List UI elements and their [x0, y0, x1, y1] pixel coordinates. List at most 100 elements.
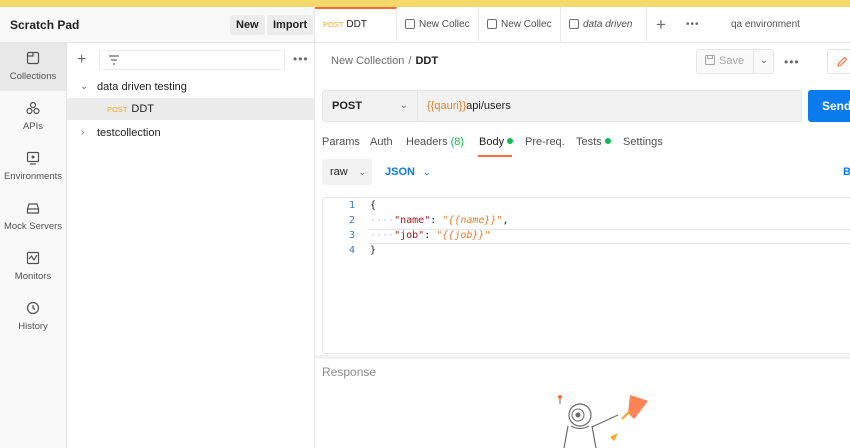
collection-icon	[405, 19, 415, 30]
chevron-down-icon: ⌄	[358, 167, 366, 177]
tree-item-label: data driven testing	[97, 81, 187, 93]
filter-icon	[109, 55, 119, 65]
filter-input[interactable]	[99, 50, 285, 70]
request-more-icon[interactable]: •••	[784, 55, 800, 69]
tab-auth[interactable]: Auth	[370, 136, 393, 148]
chevron-down-icon: ⌄	[80, 81, 89, 92]
status-dot	[604, 138, 611, 144]
tree-request-ddt[interactable]: POST DDT	[67, 98, 315, 120]
tab-label: New Collec	[419, 19, 470, 30]
tab-label: data driven	[583, 19, 633, 30]
breadcrumb-request[interactable]: DDT	[415, 55, 438, 67]
request-tabs-bar: POST DDT New Collec New Collec data drive…	[315, 7, 850, 43]
json-key: "name"	[394, 215, 431, 226]
document-icon	[569, 19, 579, 30]
add-collection-icon[interactable]: +	[77, 51, 86, 69]
status-dot	[507, 138, 514, 144]
monitors-icon	[26, 251, 40, 265]
tab-new-collection-1[interactable]: New Collec	[397, 7, 479, 43]
brace: }	[370, 245, 377, 256]
body-mode-value: raw	[330, 166, 348, 178]
chevron-down-icon: ⌄	[422, 167, 431, 177]
tab-tests[interactable]: Tests	[576, 136, 611, 148]
active-tab-indicator	[478, 155, 512, 157]
breadcrumb-collection[interactable]: New Collection	[331, 55, 404, 67]
json-colon: :	[424, 230, 437, 241]
nav-monitors[interactable]: Monitors	[0, 243, 66, 291]
body-editor[interactable]: 1 2 3 4 { ····"name": "{{name}}", ····"j…	[322, 197, 850, 354]
notification-banner	[0, 0, 850, 7]
brace: {	[370, 200, 377, 211]
nav-environments[interactable]: Environments	[0, 143, 66, 191]
tab-tests-label: Tests	[576, 136, 602, 148]
beautify-link[interactable]: B	[843, 166, 850, 178]
method-badge: POST	[323, 20, 344, 29]
tab-headers[interactable]: Headers (8)	[406, 136, 464, 148]
new-tab-icon[interactable]: +	[656, 15, 666, 35]
chevron-down-icon: ⌄	[399, 100, 408, 111]
workspace-title: Scratch Pad	[10, 18, 80, 32]
nav-label: Mock Servers	[3, 221, 63, 232]
response-label: Response	[322, 365, 377, 379]
tab-new-collection-2[interactable]: New Collec	[479, 7, 561, 43]
nav-label: APIs	[22, 121, 44, 132]
method-badge: POST	[107, 105, 128, 114]
environment-selector[interactable]: qa environment	[731, 19, 800, 30]
tab-params[interactable]: Params	[322, 136, 360, 148]
collections-icon	[26, 51, 40, 65]
body-mode-select[interactable]: raw ⌄	[322, 159, 372, 185]
save-label: Save	[719, 55, 745, 67]
nav-mock-servers[interactable]: Mock Servers	[0, 193, 66, 241]
pencil-icon	[837, 56, 848, 67]
tab-settings[interactable]: Settings	[623, 136, 663, 148]
tab-body-label: Body	[479, 136, 505, 148]
tabs-more-icon[interactable]: •••	[686, 19, 700, 30]
environments-icon	[26, 151, 40, 165]
collection-icon	[487, 19, 497, 30]
new-button[interactable]: New	[230, 15, 265, 35]
send-button[interactable]: Send	[808, 90, 850, 122]
collections-sidebar: + ••• ⌄ data driven testing POST DDT › te…	[67, 43, 315, 448]
code-line: ····"name": "{{name}}",	[370, 215, 509, 226]
nav-collections[interactable]: Collections	[0, 43, 66, 91]
nav-history[interactable]: History	[0, 293, 66, 341]
response-divider[interactable]	[315, 355, 850, 359]
sidebar-more-icon[interactable]: •••	[293, 52, 309, 66]
json-value: {{name}}	[448, 215, 497, 226]
tree-item-label: DDT	[131, 103, 155, 115]
line-number: 2	[348, 215, 355, 226]
url-path: api/users	[466, 100, 511, 112]
tab-headers-label: Headers	[406, 136, 448, 148]
breadcrumb: New Collection / DDT	[331, 55, 438, 67]
nav-label: History	[18, 321, 48, 332]
json-quote: "	[484, 230, 491, 241]
chevron-down-icon: ⌄	[759, 55, 769, 66]
url-input[interactable]: {{qauri}}api/users	[418, 90, 802, 122]
language-value: JSON	[385, 166, 415, 178]
tab-label: New Collec	[501, 19, 552, 30]
json-key: "job"	[394, 230, 425, 241]
apis-icon	[26, 101, 40, 115]
tree-item-label: testcollection	[97, 127, 161, 139]
edit-button[interactable]	[827, 49, 850, 74]
tab-body[interactable]: Body	[479, 136, 514, 148]
tree-collection-testcollection[interactable]: › testcollection	[67, 122, 315, 144]
tab-data-driven[interactable]: data driven	[561, 7, 647, 43]
history-icon	[26, 301, 40, 315]
headers-count: (8)	[450, 136, 465, 148]
import-button[interactable]: Import	[267, 15, 314, 35]
tab-label: DDT	[346, 19, 367, 30]
json-comma: ,	[502, 215, 509, 226]
nav-label: Monitors	[14, 271, 52, 282]
nav-apis[interactable]: APIs	[0, 93, 66, 141]
tree-folder-data-driven-testing[interactable]: ⌄ data driven testing	[67, 76, 315, 98]
method-select[interactable]: POST ⌄	[322, 90, 418, 122]
json-value: {{job}}	[442, 230, 485, 241]
code-line: {	[370, 200, 376, 211]
tab-prereq[interactable]: Pre-req.	[525, 136, 565, 148]
workspace-header: Scratch Pad New Import	[0, 7, 315, 43]
save-options-dropdown[interactable]: ⌄	[753, 49, 774, 74]
json-colon: :	[430, 215, 443, 226]
language-select[interactable]: JSON ⌄	[385, 166, 431, 178]
tab-ddt[interactable]: POST DDT	[315, 7, 397, 43]
